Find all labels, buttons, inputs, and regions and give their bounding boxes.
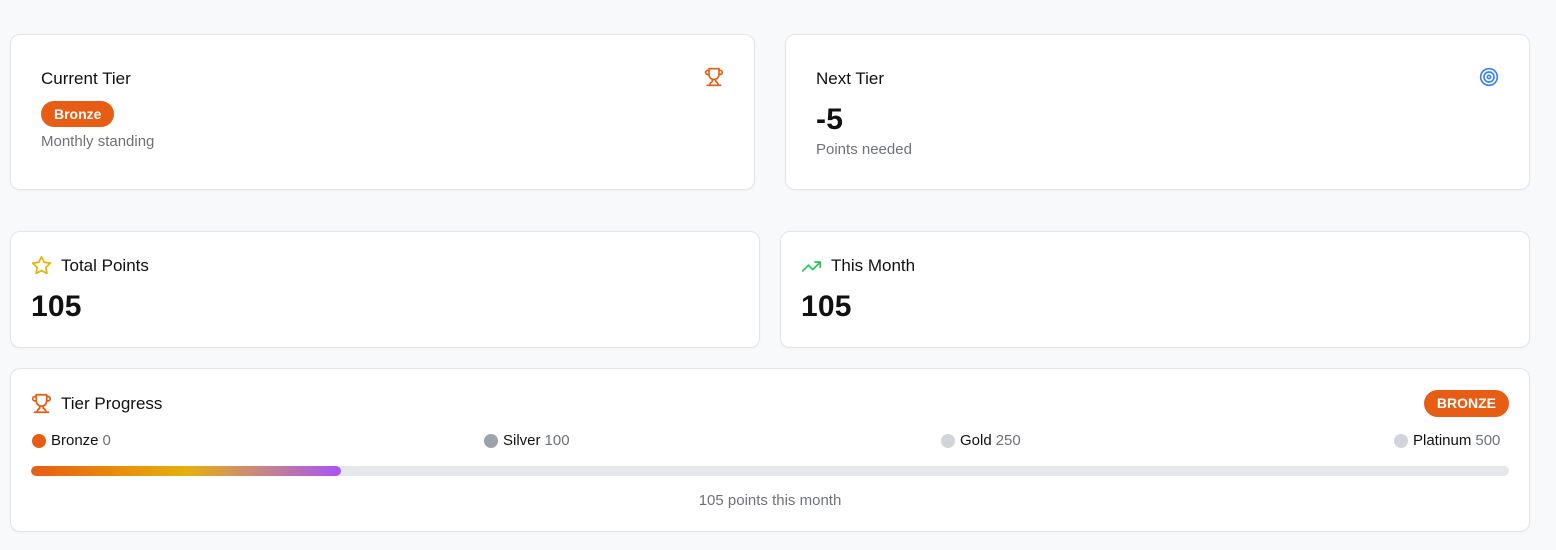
total-points-title: Total Points	[61, 256, 149, 275]
total-points-card: Total Points 105	[10, 231, 760, 348]
next-tier-value: -5	[816, 103, 844, 136]
target-icon	[1479, 67, 1499, 92]
tier-name: Gold	[960, 432, 992, 449]
progress-fill	[31, 466, 342, 476]
this-month-value: 105	[801, 290, 852, 323]
tier-points: 250	[995, 432, 1021, 449]
tier-dot-silver	[484, 434, 498, 448]
tier-name: Silver	[503, 432, 541, 449]
trending-up-icon	[801, 256, 822, 282]
next-tier-caption: Points needed	[816, 141, 912, 158]
trophy-icon	[704, 67, 724, 92]
tier-dot-platinum	[1394, 434, 1408, 448]
tier-points: 500	[1475, 432, 1501, 449]
tier-points: 0	[102, 432, 111, 449]
tier-progress-title: Tier Progress	[61, 394, 163, 413]
total-points-value: 105	[31, 290, 82, 323]
tier-label-silver: Silver 100	[503, 432, 570, 449]
current-tier-badge: Bronze	[41, 101, 115, 127]
tier-dot-gold	[941, 434, 955, 448]
this-month-title: This Month	[831, 256, 916, 275]
tier-label-platinum: Platinum 500	[1413, 432, 1500, 449]
progress-track	[31, 466, 1509, 476]
tier-label-bronze: Bronze 0	[51, 432, 111, 449]
tier-dot-bronze	[32, 434, 46, 448]
current-tier-title: Current Tier	[41, 69, 131, 88]
progress-caption: 105 points this month	[698, 492, 842, 509]
this-month-card: This Month 105	[780, 231, 1530, 348]
trophy-icon	[31, 393, 52, 419]
tier-label-gold: Gold 250	[960, 432, 1021, 449]
tier-progress-card: Tier Progress BRONZE Bronze 0 Silver 100 G…	[10, 368, 1530, 532]
next-tier-card: Next Tier -5 Points needed	[785, 34, 1530, 190]
star-icon	[31, 255, 52, 281]
tier-points: 100	[544, 432, 570, 449]
tier-progress-badge: BRONZE	[1423, 390, 1509, 417]
current-tier-caption: Monthly standing	[41, 133, 155, 150]
tier-name: Bronze	[51, 432, 99, 449]
current-tier-card: Current Tier Bronze Monthly standing	[10, 34, 755, 190]
tier-name: Platinum	[1413, 432, 1472, 449]
next-tier-title: Next Tier	[816, 69, 885, 88]
